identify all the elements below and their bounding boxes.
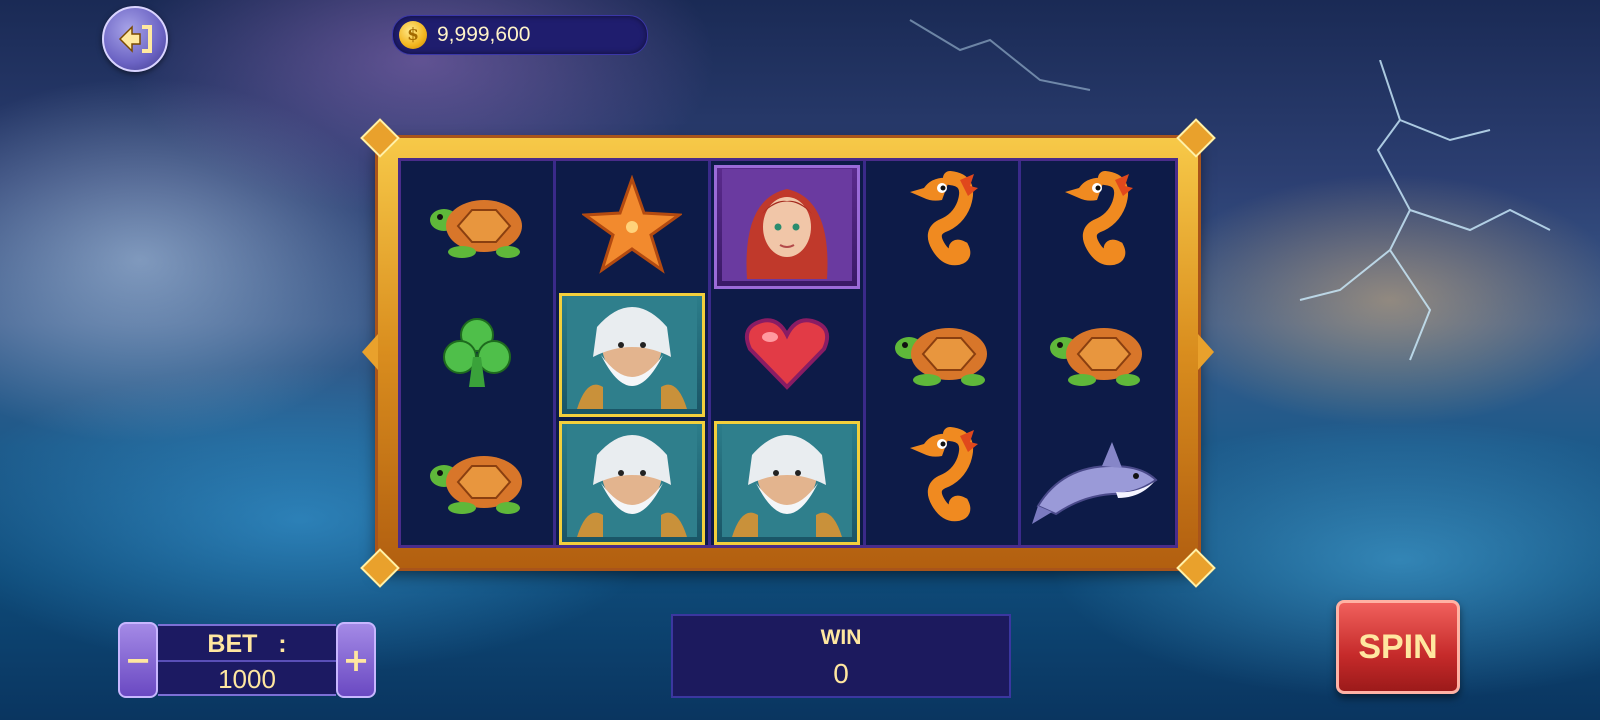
- shark-icon: [1032, 436, 1162, 530]
- reel-symbol-shark: [1024, 421, 1170, 545]
- bet-control: − BET : 1000 +: [118, 622, 376, 698]
- bet-decrease-button[interactable]: −: [118, 622, 158, 698]
- seahorse-icon: [902, 170, 982, 284]
- coin-icon: $: [399, 21, 427, 49]
- reel-column: [711, 161, 866, 545]
- frame-side-ornament: [362, 334, 378, 370]
- reel-symbol-turtle: [404, 165, 550, 289]
- poseidon-icon: [567, 425, 697, 541]
- reel-symbol-turtle: [869, 293, 1015, 417]
- win-amount: 0: [833, 658, 849, 689]
- reel-column: [1021, 161, 1173, 545]
- turtle-icon: [422, 436, 532, 530]
- reel-symbol-club: [404, 293, 550, 417]
- reel-symbol-poseidon: [559, 421, 705, 545]
- seahorse-icon: [902, 426, 982, 540]
- heart-icon: [742, 313, 832, 397]
- reel-symbol-mermaid: [714, 165, 860, 289]
- win-label: WIN: [820, 626, 862, 649]
- bet-display: BET : 1000: [158, 624, 336, 696]
- club-icon: [442, 313, 512, 397]
- bet-increase-button[interactable]: +: [336, 622, 376, 698]
- mermaid-icon: [722, 169, 852, 285]
- back-arrow-icon: [118, 25, 152, 53]
- reel-symbol-turtle: [404, 421, 550, 545]
- reel-column: [866, 161, 1021, 545]
- balance-amount: 9,999,600: [437, 23, 531, 46]
- frame-corner-ornament: [1176, 548, 1216, 588]
- turtle-icon: [887, 308, 997, 402]
- bet-amount: 1000: [218, 664, 276, 694]
- back-button[interactable]: [102, 6, 168, 72]
- reel-symbol-turtle: [1024, 293, 1170, 417]
- reel-grid: [398, 158, 1178, 548]
- frame-side-ornament: [1198, 334, 1214, 370]
- poseidon-icon: [567, 297, 697, 413]
- reel-column: [401, 161, 556, 545]
- frame-corner-ornament: [1176, 118, 1216, 158]
- spin-button[interactable]: SPIN: [1336, 600, 1460, 694]
- starfish-icon: [580, 174, 684, 279]
- reel-frame: [360, 118, 1216, 588]
- reel-symbol-starfish: [559, 165, 705, 289]
- bet-label: BET :: [158, 628, 336, 662]
- lightning-decoration: [1299, 60, 1551, 361]
- lightning-decoration-2: [909, 19, 1091, 91]
- reel-symbol-seahorse: [1024, 165, 1170, 289]
- poseidon-icon: [722, 425, 852, 541]
- reel-symbol-seahorse: [869, 421, 1015, 545]
- win-display: WIN 0: [671, 614, 1011, 698]
- turtle-icon: [422, 180, 532, 274]
- frame-corner-ornament: [360, 548, 400, 588]
- reel-symbol-poseidon: [714, 421, 860, 545]
- reel-symbol-heart: [714, 293, 860, 417]
- reel-column: [556, 161, 711, 545]
- seahorse-icon: [1057, 170, 1137, 284]
- reel-symbol-poseidon: [559, 293, 705, 417]
- frame-corner-ornament: [360, 118, 400, 158]
- reel-symbol-seahorse: [869, 165, 1015, 289]
- balance-display: $ 9,999,600: [392, 15, 648, 55]
- turtle-icon: [1042, 308, 1152, 402]
